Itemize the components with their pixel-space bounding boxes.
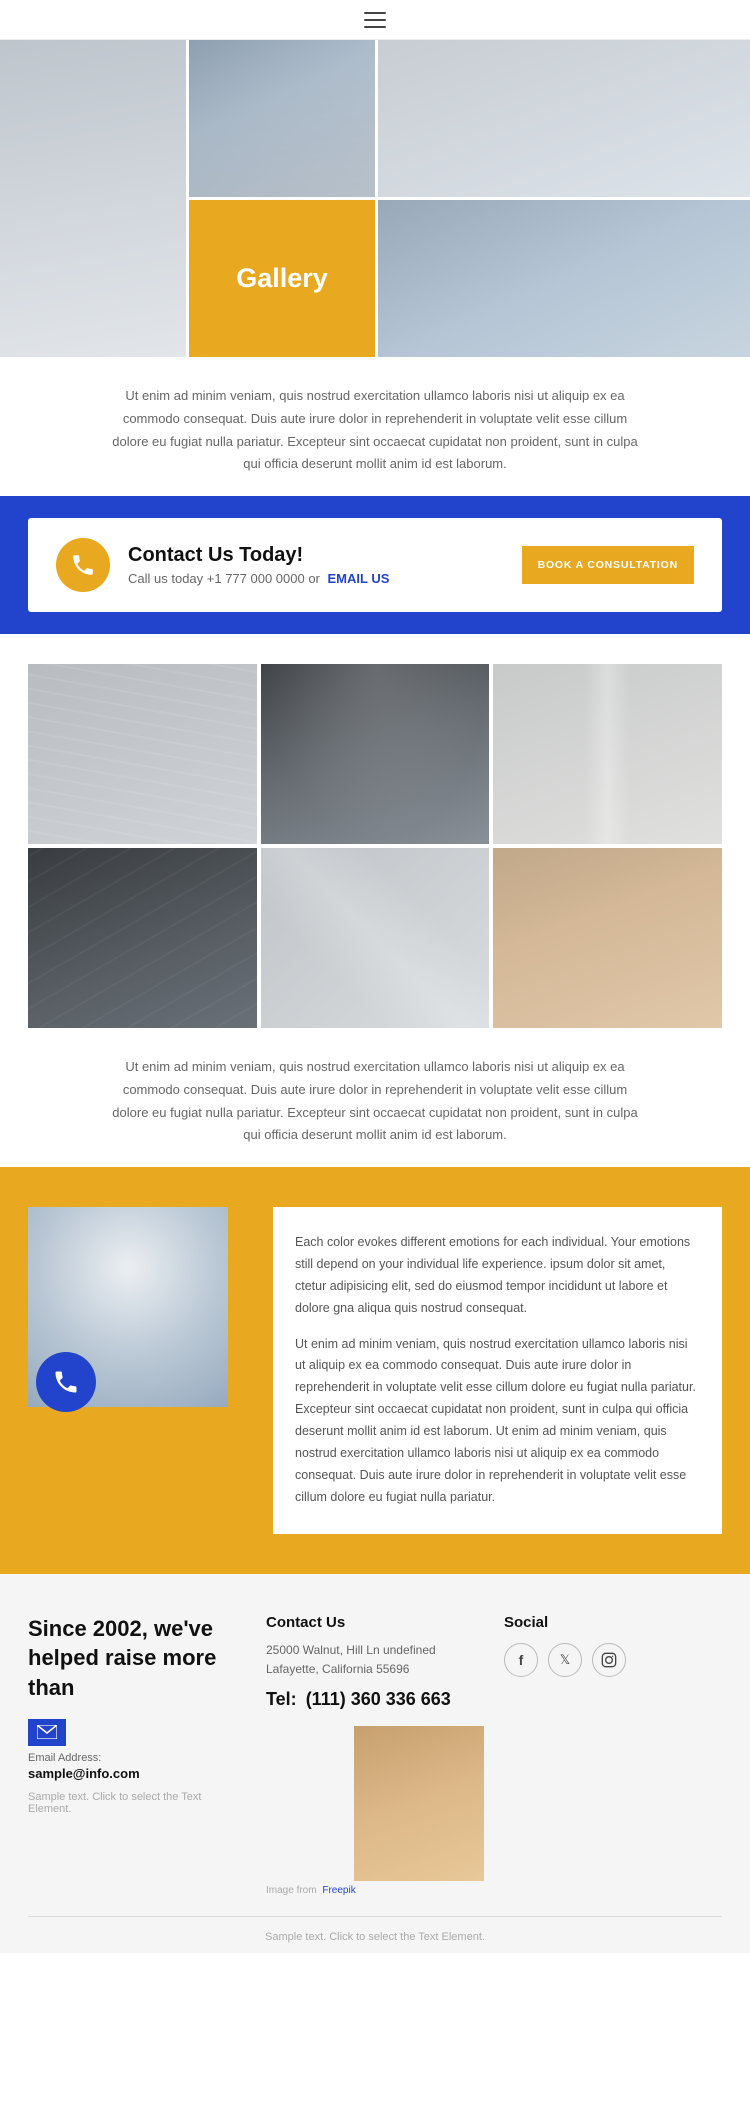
gallery-img-building	[0, 40, 186, 357]
top-nav	[0, 0, 750, 40]
contact-card: Contact Us Today! Call us today +1 777 0…	[28, 518, 722, 612]
contact-text-area: Contact Us Today! Call us today +1 777 0…	[128, 544, 504, 586]
email-value: sample@info.com	[28, 1766, 246, 1781]
footer-address: 25000 Walnut, Hill Ln undefined Lafayett…	[266, 1641, 484, 1679]
yellow-para-2: Ut enim ad minim veniam, quis nostrud ex…	[295, 1334, 700, 1509]
instagram-icon[interactable]	[592, 1643, 626, 1677]
email-icon	[37, 1725, 57, 1739]
gallery-img-office	[189, 40, 375, 197]
footer-sample-text-1[interactable]: Sample text. Click to select the Text El…	[28, 1791, 246, 1815]
contact-heading: Contact Us Today!	[128, 544, 504, 567]
tel-label: Tel:	[266, 1689, 297, 1709]
arch-img-5	[261, 848, 490, 1028]
arch-img-2	[261, 664, 490, 844]
footer-col-2: Contact Us 25000 Walnut, Hill Ln undefin…	[266, 1614, 484, 1896]
social-icons-row: f 𝕏	[504, 1643, 722, 1677]
gallery-img-meeting	[378, 200, 750, 357]
footer-bottom: Sample text. Click to select the Text El…	[28, 1916, 722, 1943]
twitter-icon[interactable]: 𝕏	[548, 1643, 582, 1677]
hamburger-icon[interactable]	[358, 6, 392, 34]
gallery-text: Gallery	[236, 263, 328, 294]
text-section-1: Ut enim ad minim veniam, quis nostrud ex…	[0, 357, 750, 496]
email-badge	[28, 1719, 246, 1746]
image-from-text: Image from Freepik	[266, 1885, 484, 1896]
gallery-label-box: Gallery	[189, 200, 375, 357]
phone-icon-2	[52, 1368, 80, 1396]
book-consultation-button[interactable]: BOOK A CONSULTATION	[522, 546, 694, 584]
phone-icon-circle	[56, 538, 110, 592]
footer-col-1: Since 2002, we've helped raise more than…	[28, 1614, 246, 1896]
footer-columns: Since 2002, we've helped raise more than…	[28, 1614, 722, 1896]
email-icon-box	[28, 1719, 66, 1746]
yellow-left	[28, 1207, 248, 1407]
yellow-para-1: Each color evokes different emotions for…	[295, 1232, 700, 1320]
instagram-svg	[601, 1652, 617, 1668]
footer-contact-heading: Contact Us	[266, 1614, 484, 1631]
text-para-2: Ut enim ad minim veniam, quis nostrud ex…	[110, 1056, 640, 1147]
gallery-img-interior	[378, 40, 750, 197]
footer-bottom-text[interactable]: Sample text. Click to select the Text El…	[28, 1931, 722, 1943]
footer-social-heading: Social	[504, 1614, 722, 1631]
contact-email-link[interactable]: EMAIL US	[328, 571, 390, 586]
contact-call-text: Call us today +1 777 000 0000 or	[128, 571, 320, 586]
footer-col-3: Social f 𝕏	[504, 1614, 722, 1896]
gallery-section: Gallery	[0, 40, 750, 357]
phone-circle-blue	[36, 1352, 96, 1412]
footer-img-area: Image from Freepik	[266, 1726, 484, 1896]
email-label: Email Address:	[28, 1752, 246, 1764]
yellow-content-box: Each color evokes different emotions for…	[273, 1207, 722, 1534]
arch-img-3	[493, 664, 722, 844]
arch-photo-grid	[0, 634, 750, 1028]
footer-tel: Tel: (111) 360 336 663	[266, 1689, 484, 1710]
text-para-1: Ut enim ad minim veniam, quis nostrud ex…	[110, 385, 640, 476]
freepik-link[interactable]: Freepik	[322, 1885, 355, 1896]
tel-value: (111) 360 336 663	[306, 1689, 451, 1709]
facebook-icon[interactable]: f	[504, 1643, 538, 1677]
text-section-2: Ut enim ad minim veniam, quis nostrud ex…	[0, 1028, 750, 1167]
arch-img-6	[493, 848, 722, 1028]
contact-subtext: Call us today +1 777 000 0000 or EMAIL U…	[128, 571, 504, 586]
footer: Since 2002, we've helped raise more than…	[0, 1574, 750, 1953]
footer-heading-1: Since 2002, we've helped raise more than	[28, 1614, 246, 1703]
contact-banner: Contact Us Today! Call us today +1 777 0…	[0, 496, 750, 634]
yellow-section: Each color evokes different emotions for…	[0, 1167, 750, 1574]
phone-icon	[70, 552, 96, 578]
arch-img-4	[28, 848, 257, 1028]
footer-person-img	[354, 1726, 484, 1881]
arch-img-1	[28, 664, 257, 844]
